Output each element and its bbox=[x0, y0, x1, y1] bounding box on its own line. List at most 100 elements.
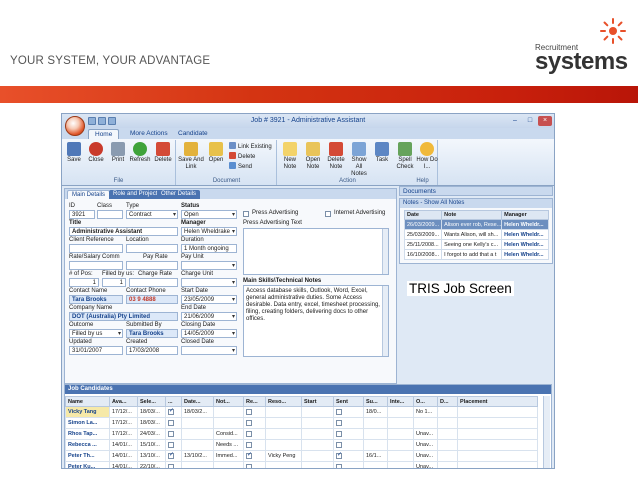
tab-candidate[interactable]: Candidate bbox=[172, 129, 214, 139]
candidates-col-8[interactable]: Start bbox=[301, 396, 334, 407]
type-select[interactable]: Contract bbox=[126, 210, 178, 219]
candidate-checkbox[interactable] bbox=[246, 452, 252, 459]
tab-more-actions[interactable]: More Actions bbox=[124, 129, 174, 139]
company-name-field[interactable]: DOT (Australia) Pty Limited bbox=[69, 312, 178, 321]
candidate-checkbox[interactable] bbox=[336, 430, 342, 437]
tab-other-details[interactable]: Other Details bbox=[157, 190, 201, 199]
main-skills-scrollbar[interactable] bbox=[382, 286, 388, 356]
new-note-button[interactable]: New Note bbox=[279, 142, 301, 171]
candidate-row[interactable]: Rebecca ... 14/01/... 15/10/... Needs ... Un… bbox=[65, 439, 538, 451]
tab-main-details[interactable]: Main Details bbox=[67, 190, 111, 199]
show-all-notes-button[interactable]: Show All Notes bbox=[348, 142, 370, 178]
candidate-checkbox[interactable] bbox=[168, 408, 174, 415]
candidate-checkbox[interactable] bbox=[168, 441, 174, 448]
start-date-field[interactable]: 23/05/2009 bbox=[181, 295, 237, 304]
candidate-checkbox[interactable] bbox=[246, 463, 252, 468]
delete-note-button[interactable]: Delete Note bbox=[325, 142, 347, 171]
candidate-checkbox[interactable] bbox=[336, 452, 342, 459]
candidate-checkbox[interactable] bbox=[336, 441, 342, 448]
filled-by-us-stepper[interactable]: 1 bbox=[102, 278, 126, 287]
tab-home[interactable]: Home bbox=[88, 129, 120, 139]
task-button[interactable]: Task bbox=[371, 142, 393, 164]
notes-row[interactable]: 25/11/2008... Seeing one Kelly's c... Hele… bbox=[403, 239, 549, 250]
maximize-icon[interactable]: □ bbox=[523, 116, 537, 126]
candidate-checkbox[interactable] bbox=[336, 463, 342, 468]
candidates-col-7[interactable]: Reso... bbox=[265, 396, 302, 407]
send-document-button[interactable]: Send bbox=[229, 162, 252, 170]
internet-advertising-checkbox[interactable] bbox=[325, 211, 331, 217]
duration-field[interactable]: 1 Month ongoing bbox=[181, 244, 237, 253]
id-field[interactable]: 3921 bbox=[69, 210, 95, 219]
candidates-col-0[interactable]: Name bbox=[65, 396, 110, 407]
charge-rate-field[interactable] bbox=[129, 278, 178, 287]
outcome-select[interactable]: Filled by us bbox=[69, 329, 123, 338]
candidate-checkbox[interactable] bbox=[336, 408, 342, 415]
notes-row[interactable]: 16/10/2008... I forgot to add that a t Hel… bbox=[403, 249, 549, 260]
print-button[interactable]: Print bbox=[107, 142, 129, 164]
notes-row[interactable]: 25/03/2009... Wants Alison, will sh... Hel… bbox=[403, 229, 549, 240]
open-note-button[interactable]: Open Note bbox=[302, 142, 324, 171]
candidates-col-4[interactable]: Date... bbox=[181, 396, 214, 407]
contact-name-field[interactable]: Tara Brooks bbox=[69, 295, 123, 304]
press-text-scrollbar[interactable] bbox=[382, 229, 388, 274]
notes-row[interactable]: 26/03/2009... Alison ever rob, Rese... Hel… bbox=[403, 219, 549, 230]
how-do-i-button[interactable]: How Do I... bbox=[416, 142, 438, 171]
candidate-row[interactable]: Simon La... 17/12/... 18/03/... bbox=[65, 417, 538, 429]
candidates-col-1[interactable]: Ava... bbox=[109, 396, 138, 407]
num-positions-stepper[interactable]: 1 bbox=[69, 278, 99, 287]
candidates-col-6[interactable]: Re... bbox=[243, 396, 266, 407]
candidate-checkbox[interactable] bbox=[168, 463, 174, 468]
candidates-col-2[interactable]: Sele... bbox=[137, 396, 166, 407]
class-field[interactable] bbox=[97, 210, 123, 219]
delete-button[interactable]: Delete bbox=[152, 142, 174, 164]
pay-rate-field[interactable] bbox=[126, 261, 178, 270]
candidate-checkbox[interactable] bbox=[246, 441, 252, 448]
open-document-button[interactable]: Open bbox=[205, 142, 227, 164]
tab-role-and-project[interactable]: Role and Project bbox=[109, 190, 162, 199]
delete-document-button[interactable]: Delete bbox=[229, 152, 255, 160]
candidates-col-13[interactable]: D... bbox=[437, 396, 458, 407]
save-button[interactable]: Save bbox=[63, 142, 85, 164]
refresh-button[interactable]: Refresh bbox=[129, 142, 151, 164]
closed-date-field[interactable] bbox=[181, 346, 237, 355]
candidate-row[interactable]: Peter Th...14/01/...13/10/... 13/10/2...I… bbox=[65, 450, 538, 462]
end-date-field[interactable]: 21/06/2009 bbox=[181, 312, 237, 321]
candidate-checkbox[interactable] bbox=[336, 419, 342, 426]
candidate-checkbox[interactable] bbox=[168, 419, 174, 426]
candidate-checkbox[interactable] bbox=[246, 408, 252, 415]
candidate-row[interactable]: Rhos Tap... 17/12/... 24/03/... Consid... Un… bbox=[65, 428, 538, 440]
candidate-row[interactable]: Vicky Tang17/12/...18/03/... 18/03/2... 18… bbox=[65, 406, 538, 418]
candidate-checkbox[interactable] bbox=[246, 419, 252, 426]
pay-unit-select[interactable] bbox=[181, 261, 237, 270]
candidates-col-9[interactable]: Sent bbox=[333, 396, 364, 407]
notes-header[interactable]: Notes - Show All Notes bbox=[400, 199, 552, 208]
contact-phone-field[interactable]: 03 9 4888 bbox=[126, 295, 178, 304]
close-window-icon[interactable]: × bbox=[538, 116, 552, 126]
candidate-checkbox[interactable] bbox=[246, 430, 252, 437]
status-select[interactable]: Open bbox=[181, 210, 237, 219]
candidates-col-10[interactable]: Su... bbox=[363, 396, 388, 407]
client-reference-field[interactable] bbox=[69, 244, 123, 253]
candidates-col-3[interactable]: ... bbox=[165, 396, 182, 407]
candidate-checkbox[interactable] bbox=[168, 452, 174, 459]
title-field[interactable]: Administrative Assistant bbox=[69, 227, 178, 236]
candidate-checkbox[interactable] bbox=[168, 430, 174, 437]
save-and-link-button[interactable]: Save And Link bbox=[178, 142, 204, 171]
press-advertising-textarea[interactable] bbox=[243, 228, 389, 275]
manager-select[interactable]: Helen Wheldrake bbox=[181, 227, 237, 236]
close-button[interactable]: Close bbox=[85, 142, 107, 164]
spell-check-button[interactable]: Spell Check bbox=[394, 142, 416, 171]
closing-date-field[interactable]: 14/05/2009 bbox=[181, 329, 237, 338]
notes-col-date[interactable]: Date bbox=[403, 210, 443, 220]
main-skills-textarea[interactable]: Access database skills, Outlook, Word, E… bbox=[243, 285, 389, 357]
minimize-icon[interactable]: – bbox=[508, 116, 522, 126]
link-existing-button[interactable]: Link Existing bbox=[229, 142, 272, 150]
candidates-col-12[interactable]: O... bbox=[413, 396, 438, 407]
press-advertising-checkbox[interactable] bbox=[243, 211, 249, 217]
candidates-col-11[interactable]: Inte... bbox=[387, 396, 414, 407]
rate-salary-field[interactable] bbox=[69, 261, 123, 270]
notes-col-manager[interactable]: Manager bbox=[501, 210, 549, 220]
charge-unit-select[interactable] bbox=[181, 278, 237, 287]
application-menu-button[interactable] bbox=[65, 116, 85, 136]
submitted-by-field[interactable]: Tara Brooks bbox=[126, 329, 178, 338]
